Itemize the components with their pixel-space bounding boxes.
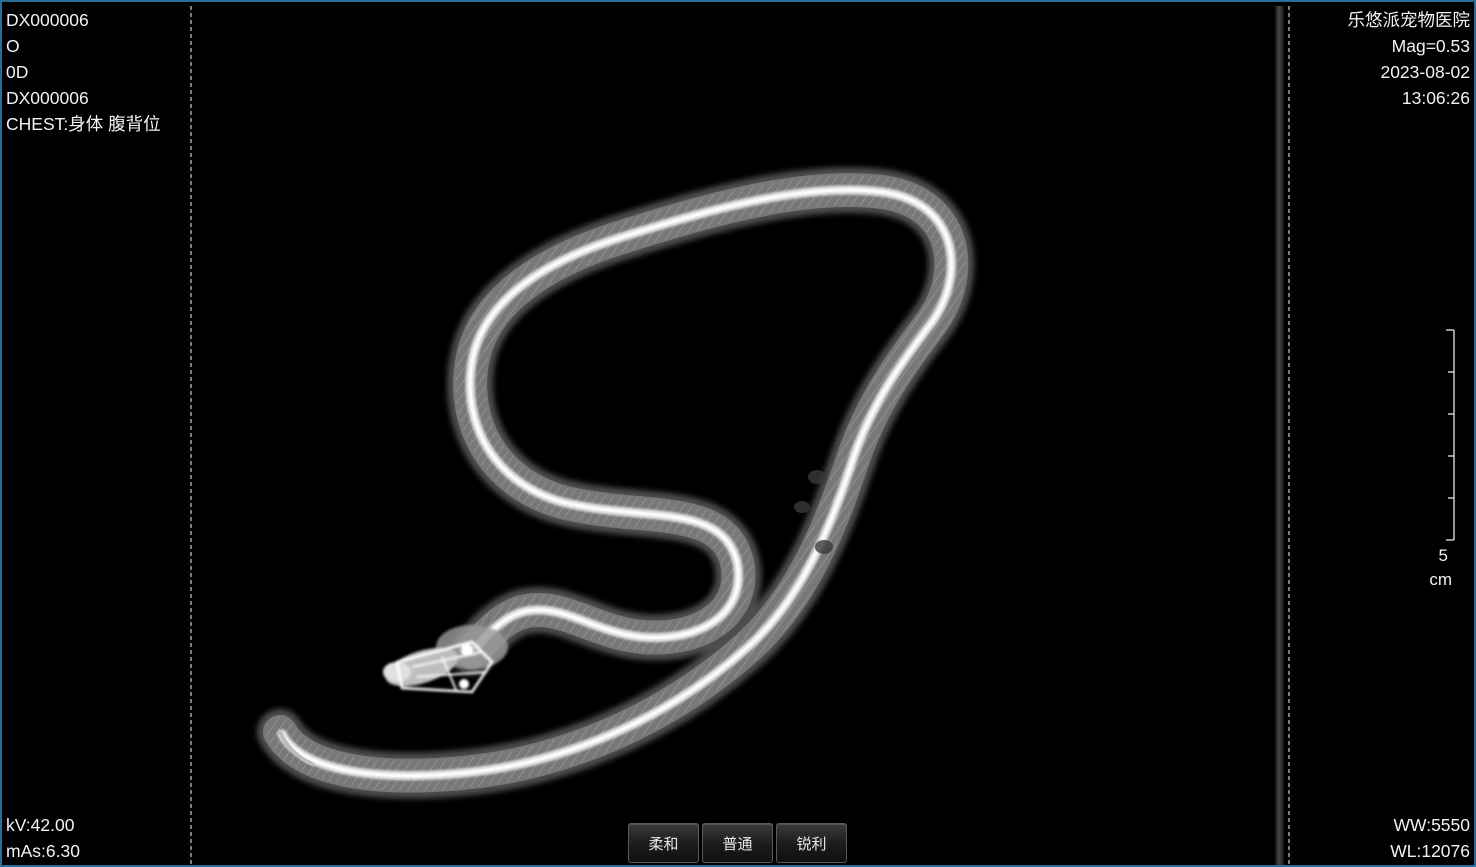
top-left-info: DX000006 O 0D DX000006 CHEST:身体 腹背位: [6, 7, 161, 137]
filter-soft-button[interactable]: 柔和: [628, 823, 699, 863]
bottom-left-info: kV:42.00 mAs:6.30: [6, 812, 80, 864]
window-level: WL:12076: [1390, 841, 1470, 861]
snake-skull: [383, 625, 508, 694]
magnification: Mag=0.53: [1391, 36, 1470, 56]
patient-sex: O: [6, 36, 20, 56]
patient-id: DX000006: [6, 10, 89, 30]
scale-value: 5: [1438, 546, 1448, 565]
top-right-info: 乐悠派宠物医院 Mag=0.53 2023-08-02 13:06:26: [1348, 7, 1471, 111]
study-time: 13:06:26: [1401, 88, 1470, 108]
kv-value: kV:42.00: [6, 815, 75, 835]
scale-bar: [1446, 329, 1455, 541]
patient-age: 0D: [6, 62, 29, 82]
bottom-right-info: WW:5550 WL:12076: [1390, 812, 1470, 864]
right-collimator-edge: [1274, 6, 1284, 865]
study-date: 2023-08-02: [1380, 62, 1470, 82]
study-id: DX000006: [6, 88, 89, 108]
scale-unit: cm: [1429, 570, 1452, 589]
body-part: CHEST:身体 腹背位: [6, 114, 161, 134]
mas-value: mAs:6.30: [6, 841, 80, 861]
institution-name: 乐悠派宠物医院: [1347, 10, 1471, 30]
xray-viewer[interactable]: DX000006 O 0D DX000006 CHEST:身体 腹背位 乐悠派宠…: [0, 0, 1476, 867]
filter-normal-button[interactable]: 普通: [702, 823, 773, 863]
filter-sharp-button[interactable]: 锐利: [776, 823, 847, 863]
filter-toolbar: 柔和 普通 锐利: [628, 823, 847, 865]
snake-xray-image[interactable]: [2, 2, 1476, 867]
window-width: WW:5550: [1393, 815, 1470, 835]
